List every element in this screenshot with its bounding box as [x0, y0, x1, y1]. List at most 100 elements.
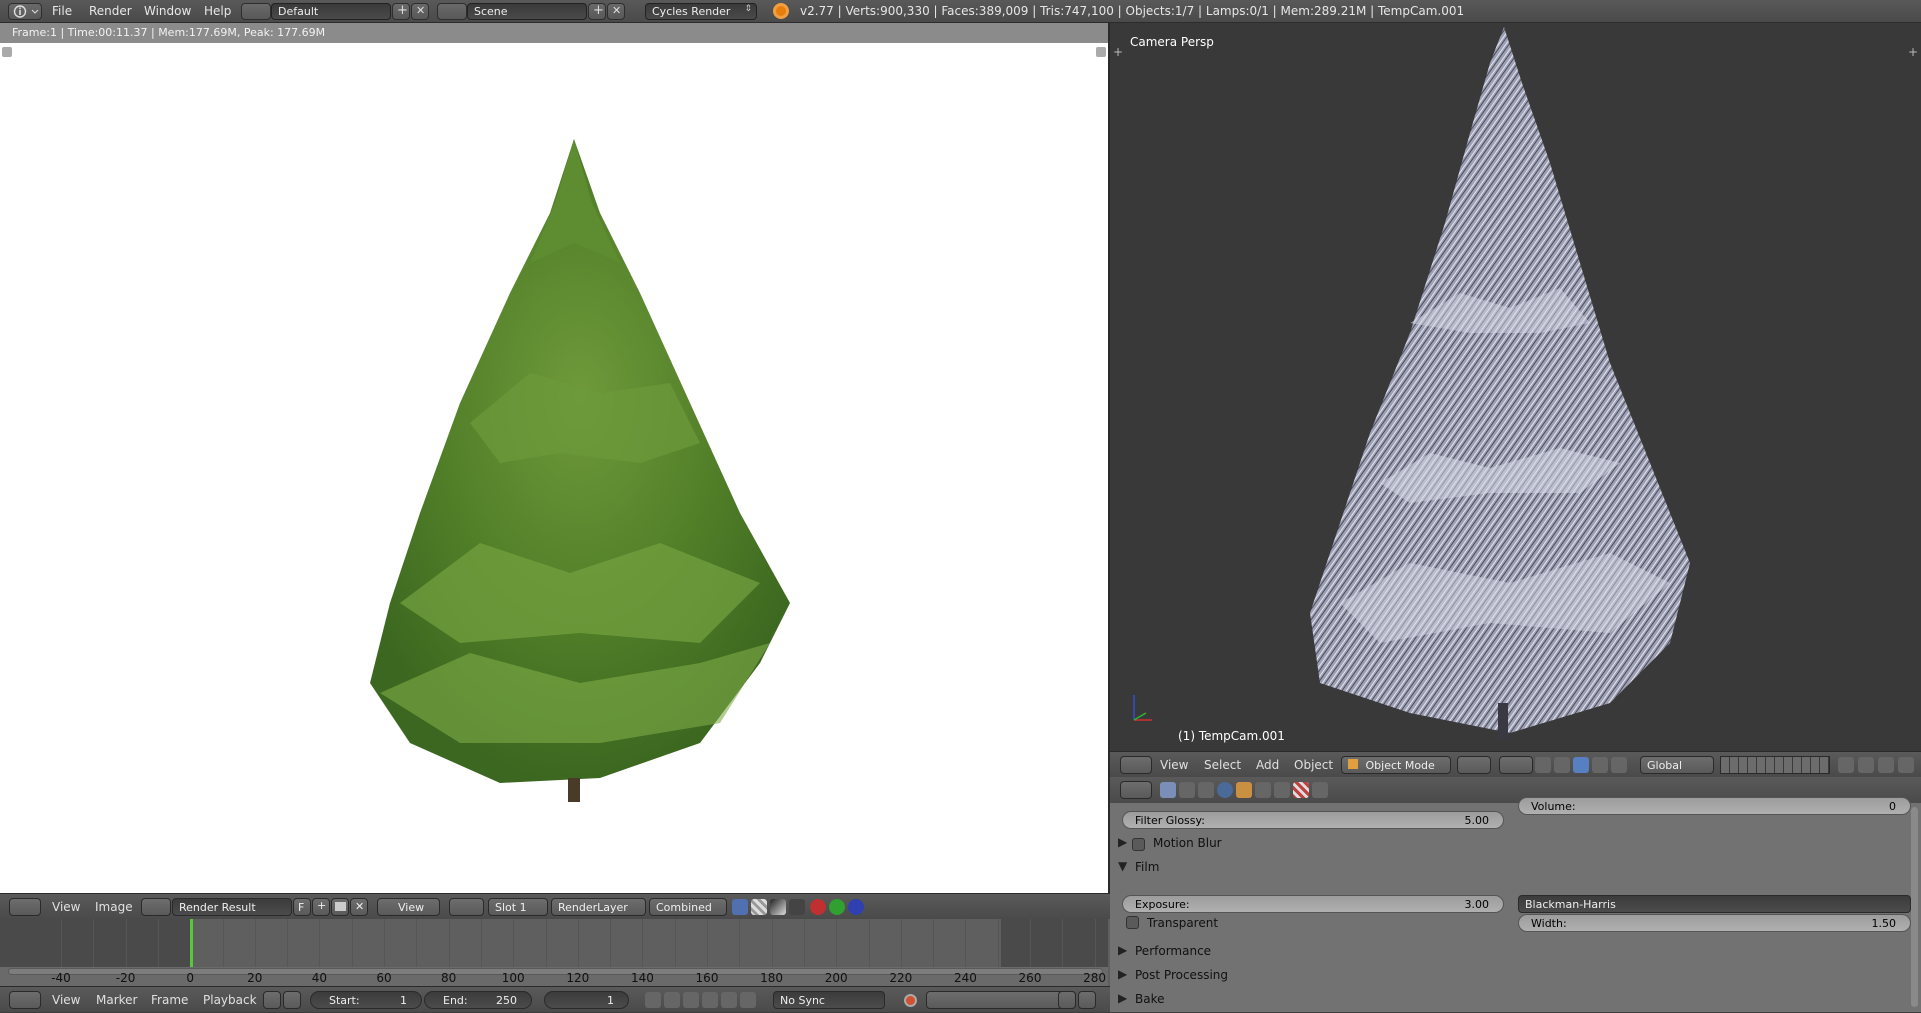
keying-set-button[interactable] [926, 991, 1076, 1009]
editor-type-button[interactable] [9, 898, 41, 916]
modifiers-tab-icon[interactable] [1274, 782, 1290, 798]
scene-tab-icon[interactable] [1198, 782, 1214, 798]
editor-type-button[interactable] [8, 3, 42, 20]
play-reverse-icon[interactable] [683, 992, 699, 1008]
render-engine-dropdown[interactable]: Cycles Render ⇕ [645, 3, 757, 20]
remove-layout-button[interactable]: ✕ [411, 3, 429, 20]
next-keyframe-icon[interactable] [721, 992, 737, 1008]
editor-type-button[interactable] [1120, 756, 1152, 774]
lock-range-button[interactable] [283, 991, 301, 1009]
panel-bake[interactable]: ▶ Bake [1118, 991, 1908, 1013]
pivot-dropdown[interactable] [449, 898, 484, 916]
slot-dropdown[interactable]: Slot 1 [488, 898, 548, 916]
screen-layout-field[interactable]: Default [271, 3, 391, 20]
menu-view[interactable]: View [52, 900, 80, 914]
green-channel-icon[interactable] [829, 899, 845, 915]
editor-type-button[interactable] [9, 991, 41, 1009]
menu-window[interactable]: Window [144, 4, 191, 18]
exposure-field[interactable]: Exposure: 3.00 [1122, 895, 1504, 913]
current-frame-field[interactable]: 1 [544, 991, 629, 1009]
timeline-area[interactable]: -40 -20 0 20 40 60 80 100 120 140 160 180 200 220 240 2… [0, 919, 1128, 986]
red-channel-icon[interactable] [810, 899, 826, 915]
particles-tab-icon[interactable] [1312, 782, 1328, 798]
prev-keyframe-icon[interactable] [664, 992, 680, 1008]
constraints-tab-icon[interactable] [1255, 782, 1271, 798]
snap-icon[interactable] [1858, 757, 1874, 773]
object-tab-icon[interactable] [1236, 782, 1252, 798]
rotate-icon[interactable] [1573, 757, 1589, 773]
sync-dropdown[interactable]: No Sync [773, 991, 885, 1009]
layer-buttons[interactable] [1720, 756, 1830, 774]
menu-help[interactable]: Help [204, 4, 231, 18]
properties-scrollbar[interactable] [1911, 807, 1918, 1007]
scene-field[interactable]: Scene [467, 3, 587, 20]
render-tab-icon[interactable] [1160, 782, 1176, 798]
opengl-render-icon[interactable] [1898, 757, 1914, 773]
motion-blur-checkbox[interactable] [1132, 838, 1145, 851]
filter-width-field[interactable]: Width: 1.50 [1518, 914, 1911, 932]
menu-view[interactable]: View [52, 993, 80, 1007]
menu-marker[interactable]: Marker [96, 993, 137, 1007]
filter-type-dropdown[interactable]: Blackman-Harris [1518, 895, 1911, 913]
panel-film[interactable]: ▼ Film [1118, 859, 1908, 881]
transparent-checkbox[interactable] [1126, 916, 1139, 929]
panel-post-processing[interactable]: ▶ Post Processing [1118, 967, 1908, 989]
add-scene-button[interactable]: + [588, 3, 606, 20]
unlink-image-button[interactable]: ✕ [350, 898, 368, 916]
transform-icon[interactable] [1611, 757, 1627, 773]
image-name-field[interactable]: Render Result [172, 898, 292, 916]
scale-icon[interactable] [1592, 757, 1608, 773]
playhead[interactable] [190, 919, 193, 967]
remove-scene-button[interactable]: ✕ [607, 3, 625, 20]
menu-file[interactable]: File [52, 4, 72, 18]
fake-user-button[interactable]: F [293, 898, 311, 916]
menu-view[interactable]: View [1160, 758, 1188, 772]
insert-keyframe-button[interactable] [1058, 991, 1076, 1009]
pivot-dropdown[interactable] [1499, 756, 1533, 774]
editor-type-button[interactable] [1120, 781, 1152, 799]
delete-keyframe-button[interactable] [1078, 991, 1096, 1009]
panel-performance[interactable]: ▶ Performance [1118, 943, 1908, 965]
scene-icon[interactable] [437, 3, 467, 20]
mode-dropdown[interactable]: Object Mode [1341, 756, 1451, 774]
menu-object[interactable]: Object [1294, 758, 1333, 772]
shading-dropdown[interactable] [1457, 756, 1491, 774]
open-image-button[interactable] [331, 898, 349, 916]
preview-range-button[interactable] [263, 991, 281, 1009]
alpha-checker-icon[interactable] [751, 899, 767, 915]
menu-playback[interactable]: Playback [203, 993, 257, 1007]
image-browse-button[interactable] [141, 898, 171, 916]
render-pass-dropdown[interactable]: Combined [649, 898, 727, 916]
z-buffer-icon[interactable] [770, 899, 786, 915]
menu-render[interactable]: Render [89, 4, 132, 18]
menu-select[interactable]: Select [1204, 758, 1241, 772]
timeline-scrollbar[interactable] [8, 968, 1103, 975]
orientation-dropdown[interactable]: Global [1640, 756, 1714, 774]
channel-icon[interactable] [789, 899, 805, 915]
play-icon[interactable] [702, 992, 718, 1008]
translate-icon[interactable] [1554, 757, 1570, 773]
filter-glossy-field[interactable]: Filter Glossy: 5.00 [1122, 811, 1504, 829]
render-preview-icon[interactable] [1838, 757, 1854, 773]
end-frame-field[interactable]: End: 250 [424, 991, 532, 1009]
3d-viewport[interactable]: Camera Persp + + (1) TempCam.001 [1110, 23, 1921, 751]
jump-start-icon[interactable] [645, 992, 661, 1008]
volume-field[interactable]: Volume: 0 [1518, 797, 1911, 815]
menu-image[interactable]: Image [95, 900, 133, 914]
view-mode-dropdown[interactable]: View [377, 898, 440, 916]
world-tab-icon[interactable] [1217, 782, 1233, 798]
add-layout-button[interactable]: + [392, 3, 410, 20]
render-result-canvas[interactable] [0, 43, 1108, 893]
manipulator-toggle-icon[interactable] [1535, 757, 1551, 773]
menu-frame[interactable]: Frame [151, 993, 188, 1007]
render-layers-tab-icon[interactable] [1179, 782, 1195, 798]
proportional-edit-icon[interactable] [1878, 757, 1894, 773]
menu-add[interactable]: Add [1256, 758, 1279, 772]
panel-motion-blur[interactable]: ▶ Motion Blur [1118, 835, 1908, 857]
color-alpha-icon[interactable] [732, 899, 748, 915]
start-frame-field[interactable]: Start: 1 [310, 991, 422, 1009]
blue-channel-icon[interactable] [848, 899, 864, 915]
new-image-button[interactable]: + [312, 898, 330, 916]
screen-layout-icon[interactable] [241, 3, 271, 20]
texture-tab-icon[interactable] [1293, 782, 1309, 798]
